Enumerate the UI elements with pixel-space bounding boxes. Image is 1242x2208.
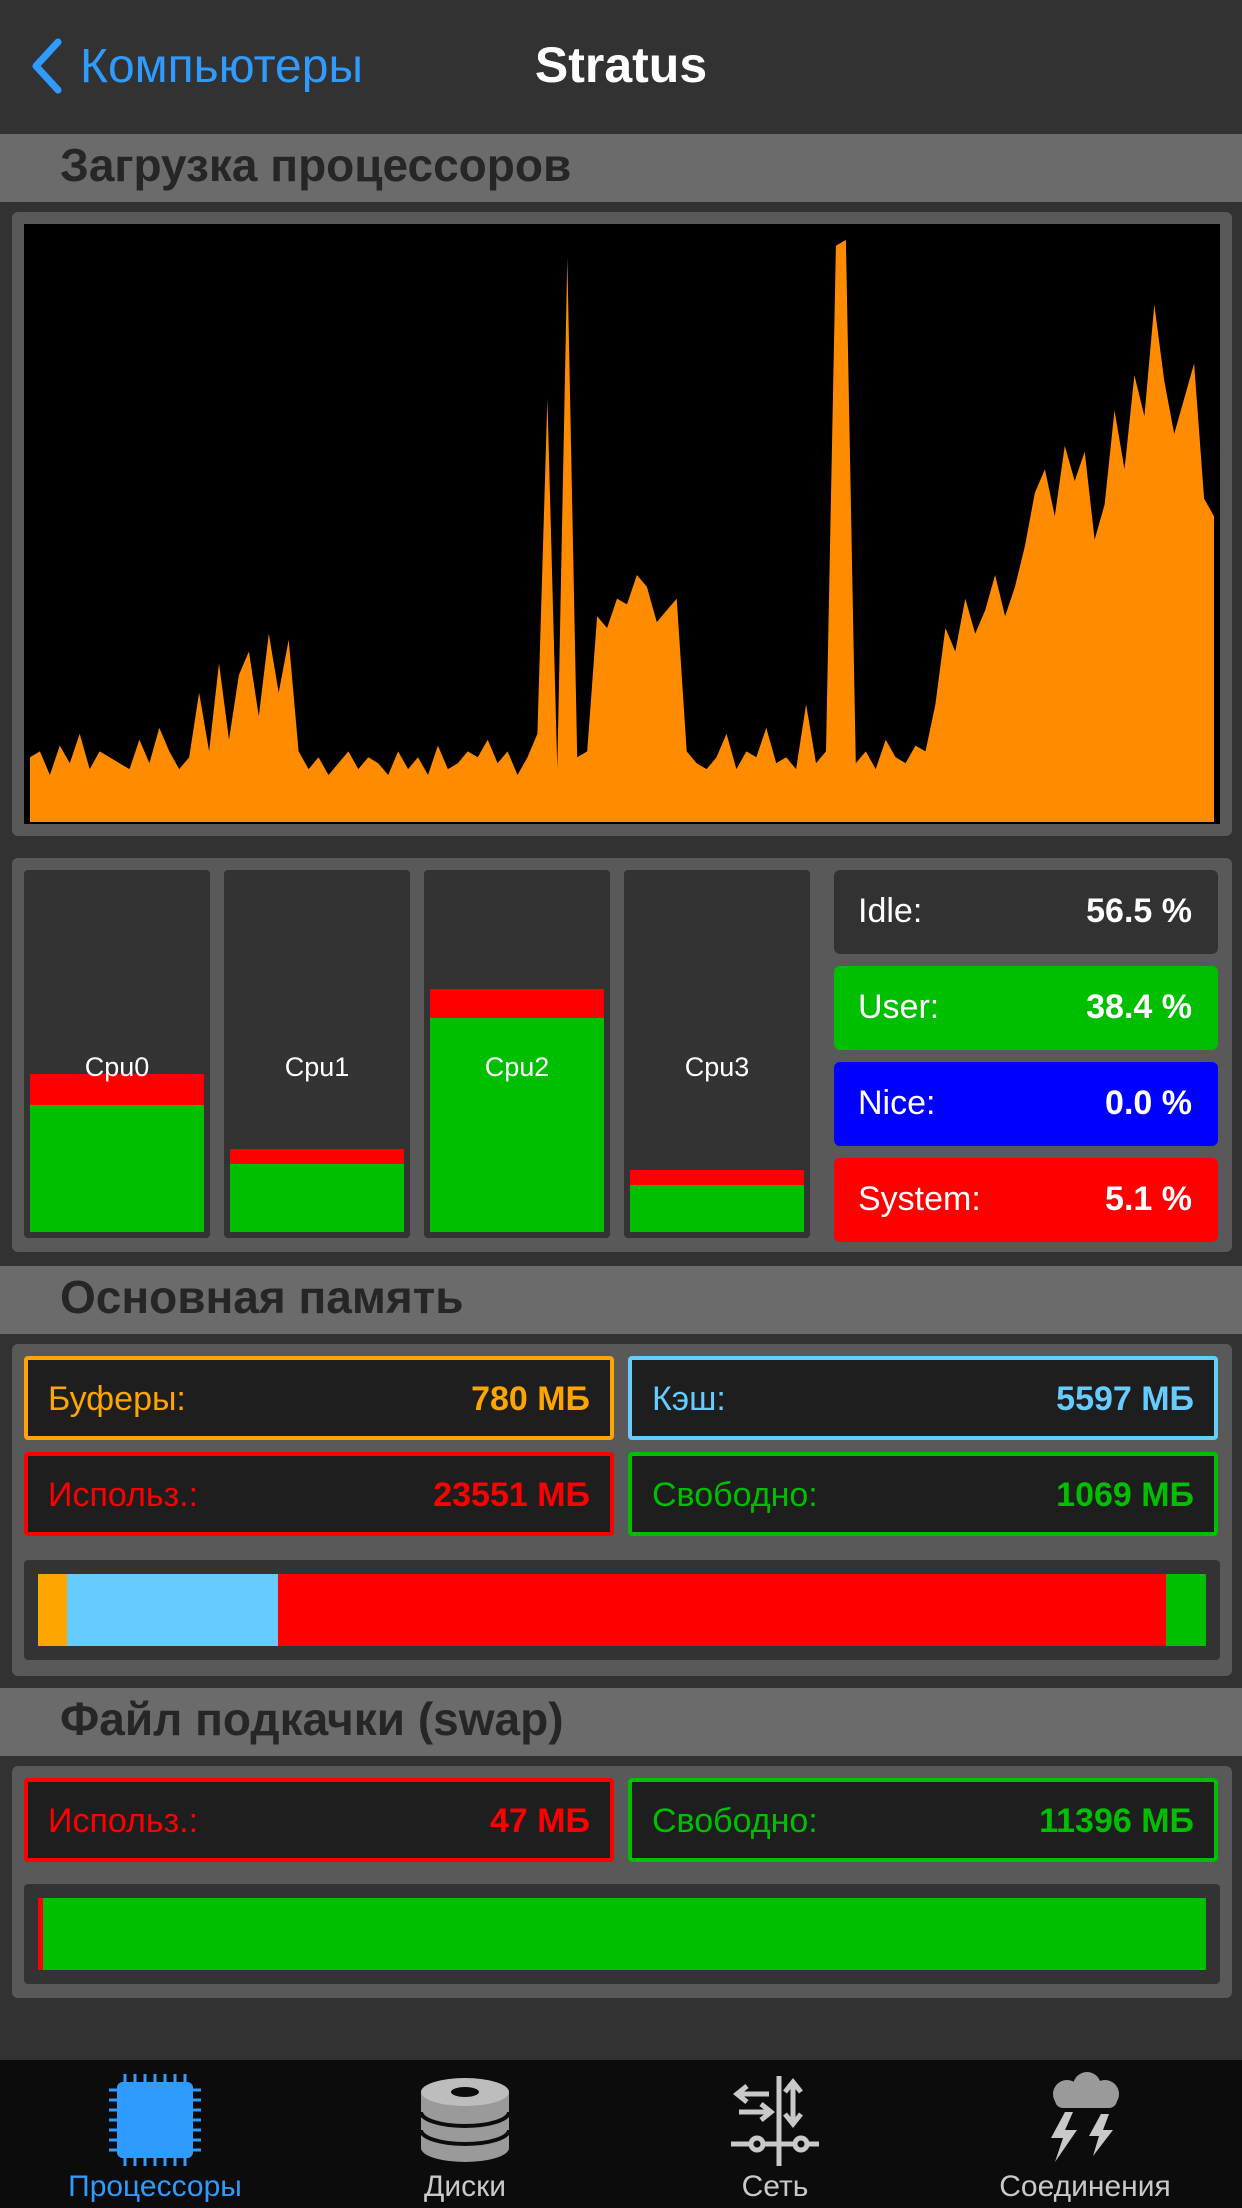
memory-used-label: Использ.: — [48, 1476, 199, 1514]
cpu-cores-panel: Cpu0 Cpu1 Cpu2 Cpu3 Idle: 56.5 % User: 3… — [12, 858, 1232, 1252]
swap-free-label: Свободно: — [652, 1802, 818, 1840]
memory-cache: Кэш: 5597 МБ — [628, 1356, 1218, 1440]
swap-section-header: Файл подкачки (swap) — [0, 1688, 1242, 1756]
cpu-core-user-fill — [30, 1104, 204, 1232]
memory-bar-free — [1165, 1574, 1206, 1646]
tab-processors-label: Процессоры — [68, 2170, 242, 2203]
page-title: Stratus — [534, 37, 708, 93]
swap-usage-bar-fill — [38, 1898, 1206, 1970]
memory-buffers-value: 780 МБ — [471, 1380, 590, 1418]
stat-nice-value: 0.0 % — [1105, 1084, 1192, 1122]
swap-used: Использ.: 47 МБ — [24, 1778, 614, 1862]
tab-disks-label: Диски — [424, 2170, 506, 2203]
memory-free-label: Свободно: — [652, 1476, 818, 1514]
cpu-core-column: Cpu1 — [224, 870, 410, 1238]
cpu-core-column: Cpu2 — [424, 870, 610, 1238]
navigation-bar: Компьютеры Stratus — [0, 0, 1242, 132]
memory-section-title: Основная память — [60, 1271, 464, 1323]
memory-usage-bar — [24, 1560, 1220, 1660]
cpu-core-system-fill — [230, 1149, 404, 1165]
network-icon — [731, 2076, 819, 2166]
cpu-history-chart — [24, 224, 1220, 824]
memory-buffers: Буферы: 780 МБ — [24, 1356, 614, 1440]
stat-user-label: User: — [858, 988, 940, 1026]
cloud-lightning-icon — [1051, 2072, 1119, 2162]
memory-used: Использ.: 23551 МБ — [24, 1452, 614, 1536]
tab-disks[interactable]: Диски — [310, 2060, 620, 2208]
memory-bar-buffers — [38, 1574, 68, 1646]
cpu-core-bar — [230, 1149, 404, 1232]
tab-network[interactable]: Сеть — [620, 2060, 930, 2208]
cpu-core-user-fill — [630, 1185, 804, 1232]
memory-cache-label: Кэш: — [652, 1380, 726, 1418]
tab-connections[interactable]: Соединения — [930, 2060, 1240, 2208]
tab-processors[interactable]: Процессоры — [0, 2060, 310, 2208]
swap-bar-free — [42, 1898, 1206, 1970]
memory-buffers-label: Буферы: — [48, 1380, 186, 1418]
cpu-core-user-fill — [430, 1018, 604, 1232]
tab-bar: Процессоры Диски Сеть Соединения — [0, 2060, 1242, 2208]
swap-free-value: 11396 МБ — [1039, 1802, 1194, 1840]
stat-system: System: 5.1 % — [834, 1158, 1218, 1242]
tab-network-label: Сеть — [741, 2170, 809, 2203]
stat-system-value: 5.1 % — [1105, 1180, 1192, 1218]
memory-bar-used — [278, 1574, 1166, 1646]
swap-panel: Использ.: 47 МБ Свободно: 11396 МБ — [12, 1766, 1232, 1998]
cpu-core-column: Cpu3 — [624, 870, 810, 1238]
memory-panel: Буферы: 780 МБ Кэш: 5597 МБ Использ.: 23… — [12, 1344, 1232, 1676]
cpu-core-user-fill — [230, 1164, 404, 1232]
swap-used-value: 47 МБ — [489, 1802, 590, 1840]
cpu-core-column: Cpu0 — [24, 870, 210, 1238]
memory-usage-bar-fill — [38, 1574, 1206, 1646]
cpu-history-area — [30, 239, 1214, 822]
cpu-history-svg — [30, 239, 1214, 822]
swap-section-title: Файл подкачки (swap) — [60, 1693, 564, 1745]
stat-user-value: 38.4 % — [1086, 988, 1192, 1026]
stat-idle-label: Idle: — [858, 892, 923, 930]
cpu-section-title: Загрузка процессоров — [60, 139, 572, 191]
cpu-core-label: Cpu2 — [484, 1052, 550, 1082]
cpu-core-label: Cpu0 — [84, 1052, 150, 1082]
memory-cache-value: 5597 МБ — [1056, 1380, 1194, 1418]
cpu-core-bar — [30, 1073, 204, 1232]
tab-connections-label: Соединения — [999, 2170, 1171, 2203]
memory-bar-cache — [67, 1574, 279, 1646]
cpu-core-label: Cpu1 — [284, 1052, 350, 1082]
cpu-core-label: Cpu3 — [684, 1052, 750, 1082]
cpu-core-system-fill — [630, 1170, 804, 1186]
stat-idle-value: 56.5 % — [1086, 892, 1192, 930]
cpu-section-header: Загрузка процессоров — [0, 134, 1242, 202]
swap-free: Свободно: 11396 МБ — [628, 1778, 1218, 1862]
cpu-core-system-fill — [430, 988, 604, 1019]
stat-idle: Idle: 56.5 % — [834, 870, 1218, 954]
swap-used-label: Использ.: — [48, 1802, 199, 1840]
memory-section-header: Основная память — [0, 1266, 1242, 1334]
stat-system-label: System: — [858, 1180, 981, 1218]
cpu-core-bar — [430, 988, 604, 1232]
memory-free: Свободно: 1069 МБ — [628, 1452, 1218, 1536]
stat-user: User: 38.4 % — [834, 966, 1218, 1050]
stat-nice-label: Nice: — [858, 1084, 936, 1122]
disk-stack-icon — [419, 2078, 511, 2162]
memory-free-value: 1069 МБ — [1056, 1476, 1194, 1514]
memory-used-value: 23551 МБ — [433, 1476, 590, 1514]
swap-usage-bar — [24, 1884, 1220, 1984]
stat-nice: Nice: 0.0 % — [834, 1062, 1218, 1146]
cpu-history-panel — [12, 212, 1232, 836]
cpu-core-bar — [630, 1170, 804, 1232]
cpu-chip-icon — [109, 2074, 201, 2166]
